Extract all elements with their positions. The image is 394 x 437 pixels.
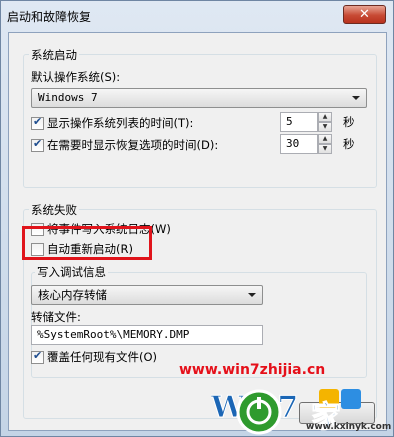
overwrite-checkbox[interactable] bbox=[31, 349, 44, 364]
default-os-label: 默认操作系统(S): bbox=[31, 70, 121, 84]
overwrite-label: 覆盖任何现有文件(O) bbox=[47, 350, 158, 364]
debug-info-legend: 写入调试信息 bbox=[35, 264, 108, 280]
show-os-list-spinner[interactable]: ▲ ▼ bbox=[318, 112, 332, 132]
show-recovery-spinner[interactable]: ▲ ▼ bbox=[318, 134, 332, 154]
show-recovery-seconds-input[interactable]: 30 bbox=[280, 134, 318, 154]
dump-file-label: 转储文件: bbox=[31, 310, 81, 324]
show-recovery-unit: 秒 bbox=[343, 137, 355, 151]
highlight-annotation bbox=[22, 226, 152, 260]
system-startup-legend: 系统启动 bbox=[29, 47, 79, 63]
spin-up-icon[interactable]: ▲ bbox=[318, 112, 332, 122]
spin-up-icon[interactable]: ▲ bbox=[318, 134, 332, 144]
spin-down-icon[interactable]: ▼ bbox=[318, 122, 332, 132]
chevron-down-icon bbox=[352, 96, 360, 100]
show-os-list-label: 显示操作系统列表的时间(T): bbox=[47, 116, 194, 130]
watermark-url: www.kxinyk.com bbox=[306, 422, 392, 432]
dump-file-input[interactable]: %SystemRoot%\MEMORY.DMP bbox=[31, 325, 263, 345]
show-recovery-checkbox[interactable] bbox=[31, 137, 44, 152]
debug-type-value: 核心内存转储 bbox=[38, 288, 107, 302]
show-recovery-label: 在需要时显示恢复选项的时间(D): bbox=[47, 138, 219, 152]
close-button[interactable]: ✕ bbox=[343, 5, 386, 24]
show-os-list-seconds-input[interactable]: 5 bbox=[280, 112, 318, 132]
watermark-site: www.win7zhijia.cn bbox=[179, 362, 326, 378]
show-os-list-unit: 秒 bbox=[343, 115, 355, 129]
show-os-list-checkbox[interactable] bbox=[31, 115, 44, 130]
spin-down-icon[interactable]: ▼ bbox=[318, 144, 332, 154]
debug-type-select[interactable]: 核心内存转储 bbox=[31, 285, 263, 305]
system-failure-legend: 系统失败 bbox=[29, 202, 79, 218]
chevron-down-icon bbox=[248, 293, 256, 297]
window-title: 启动和故障恢复 bbox=[7, 10, 92, 24]
default-os-select[interactable]: Windows 7 bbox=[31, 88, 367, 108]
default-os-value: Windows 7 bbox=[38, 91, 98, 104]
dialog-window: 启动和故障恢复 ✕ 系统启动 默认操作系统(S): Windows 7 显示操作… bbox=[0, 0, 394, 437]
